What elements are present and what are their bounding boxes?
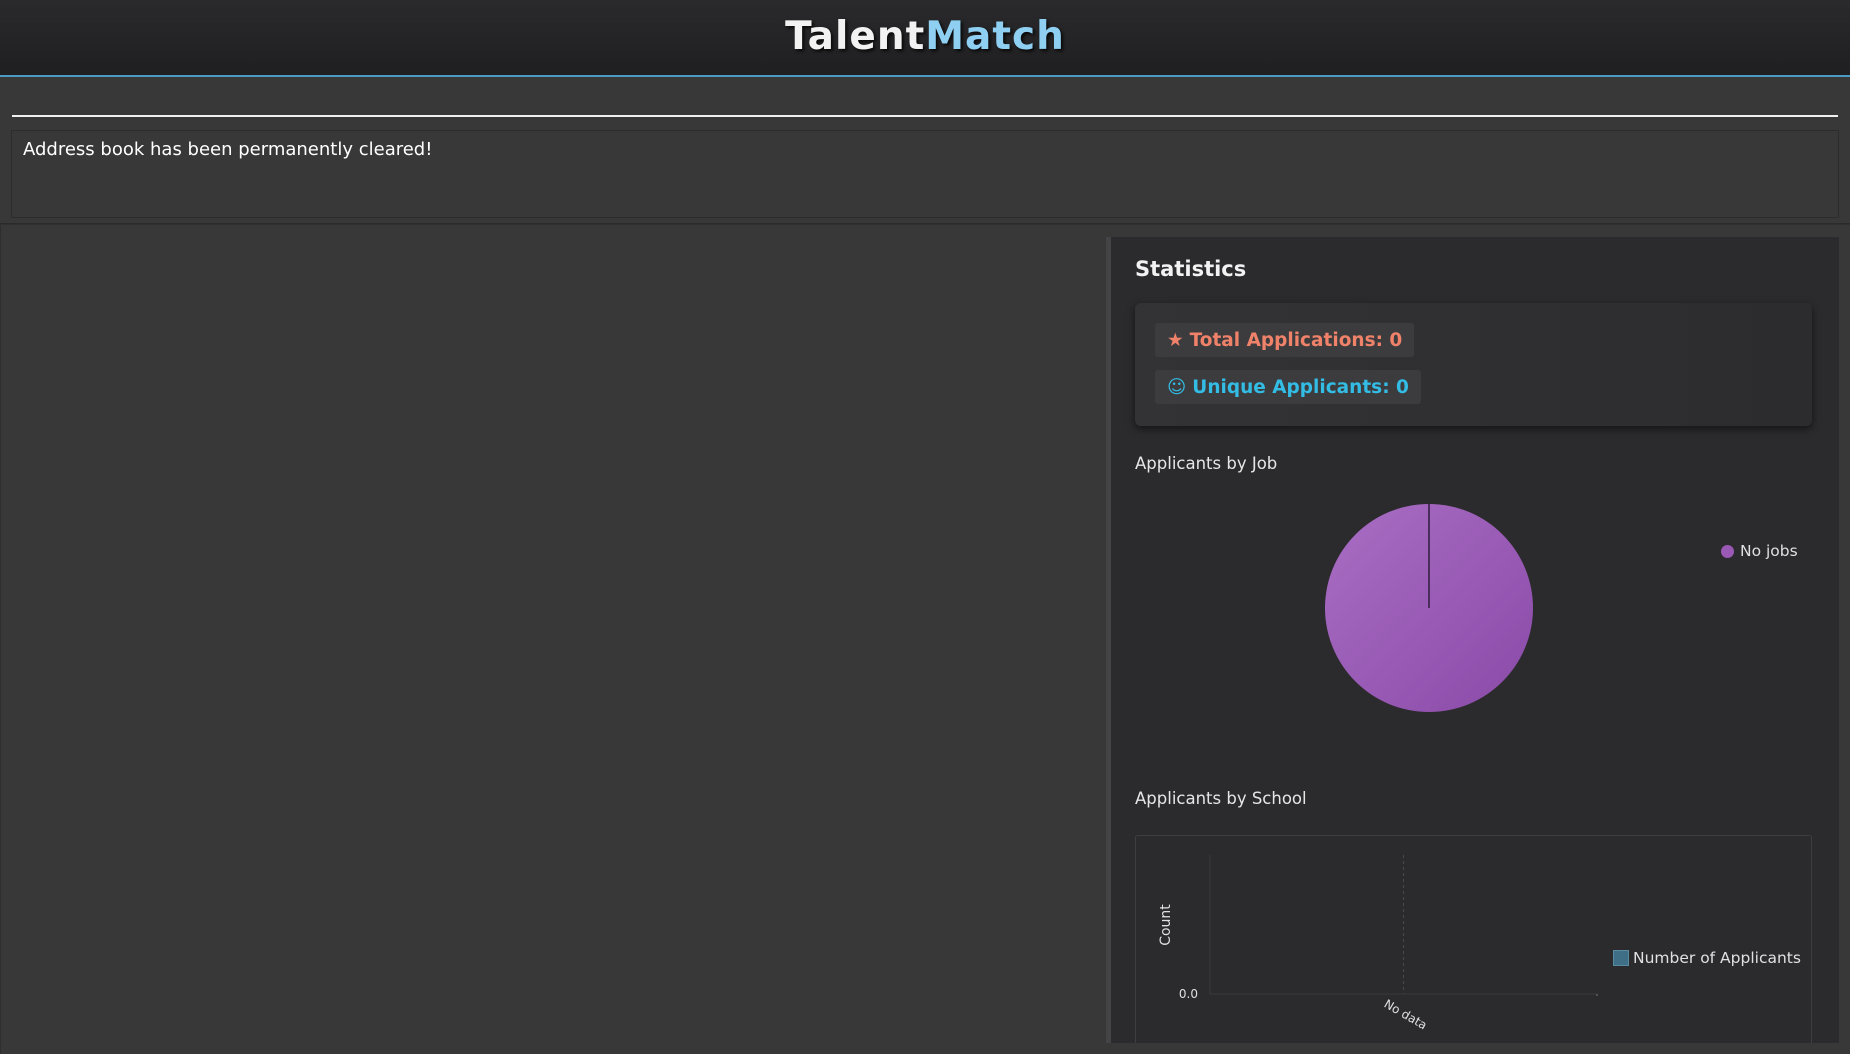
app-title-part2: Match [925, 14, 1065, 59]
statistics-title: Statistics [1135, 257, 1247, 281]
applicants-by-school-bar-chart: Count 0.0 No data [1158, 855, 1598, 1033]
y-tick-label: 0.0 [1179, 987, 1198, 1001]
pie-legend-label: No jobs [1740, 542, 1798, 560]
pie-legend-swatch [1721, 544, 1734, 558]
y-axis-label: Count [1158, 904, 1174, 946]
result-message: Address book has been permanently cleare… [23, 139, 433, 160]
summary-card: ★ Total Applications: 0 ☺ Unique Applica… [1135, 303, 1812, 426]
total-applications-label: Total Applications: 0 [1189, 329, 1403, 351]
bar-legend-label: Number of Applicants [1633, 949, 1801, 967]
app-title-part1: Talent [785, 14, 926, 59]
star-icon: ★ [1167, 329, 1184, 351]
pie-legend-item: No jobs [1721, 542, 1798, 560]
total-applications-badge: ★ Total Applications: 0 [1155, 323, 1415, 357]
bar-legend-swatch [1613, 950, 1629, 966]
bar-legend-item: Number of Applicants [1613, 949, 1801, 967]
x-tick-label: No data [1382, 997, 1430, 1033]
bar-section-label: Applicants by School [1135, 789, 1307, 808]
applicant-list-pane[interactable] [0, 225, 1107, 1054]
app-header: TalentMatch [0, 0, 1850, 77]
pie-section-label: Applicants by Job [1135, 454, 1278, 473]
applicants-by-job-pie-chart [1325, 504, 1533, 712]
unique-applicants-badge: ☺ Unique Applicants: 0 [1155, 370, 1421, 404]
unique-applicants-label: Unique Applicants: 0 [1192, 376, 1409, 398]
command-area: Address book has been permanently cleare… [0, 77, 1850, 224]
main-area: Statistics ★ Total Applications: 0 ☺ Uni… [0, 224, 1850, 1054]
result-display: Address book has been permanently cleare… [11, 130, 1839, 218]
command-input[interactable] [12, 83, 1838, 117]
smiley-icon: ☺ [1167, 376, 1187, 398]
statistics-panel: Statistics ★ Total Applications: 0 ☺ Uni… [1106, 237, 1839, 1043]
app-title: TalentMatch [785, 14, 1065, 59]
